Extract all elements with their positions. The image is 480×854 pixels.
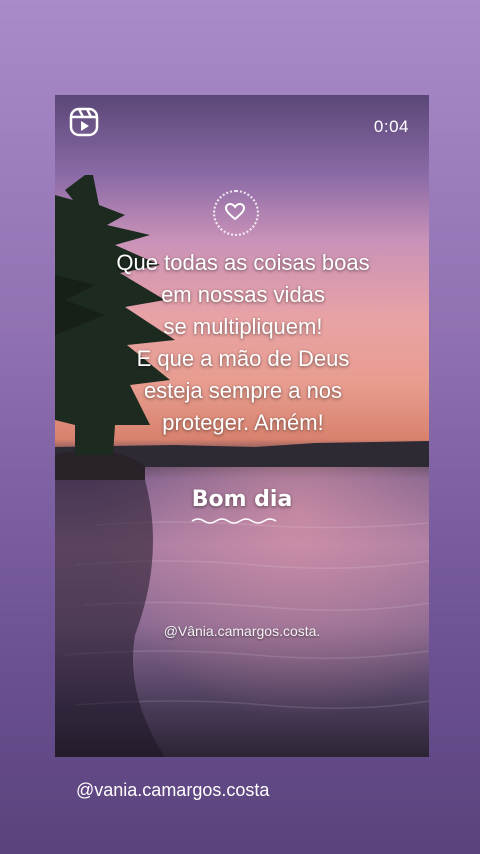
- quote-line: E que a mão de Deus: [136, 346, 350, 371]
- story-media[interactable]: 0:04 Que todas as coisas boas em nossas …: [55, 95, 429, 757]
- watermark-text: @Vânia.camargos.costa.: [163, 623, 321, 639]
- username-link[interactable]: @vania.camargos.costa: [76, 780, 269, 801]
- quote-line: se multipliquem!: [163, 314, 323, 339]
- quote-line: em nossas vidas: [161, 282, 325, 307]
- quote-line: Que todas as coisas boas: [116, 250, 370, 275]
- wavy-underline: [191, 518, 277, 524]
- quote-text: Que todas as coisas boas em nossas vidas…: [75, 247, 411, 439]
- story-timer: 0:04: [373, 117, 409, 136]
- heart-icon: [225, 203, 245, 221]
- heart-badge: [213, 190, 259, 236]
- quote-line: proteger. Amém!: [162, 410, 324, 435]
- greeting-text: Bom dia: [191, 487, 293, 512]
- reels-icon[interactable]: [69, 107, 99, 137]
- quote-line: esteja sempre a nos: [143, 378, 343, 403]
